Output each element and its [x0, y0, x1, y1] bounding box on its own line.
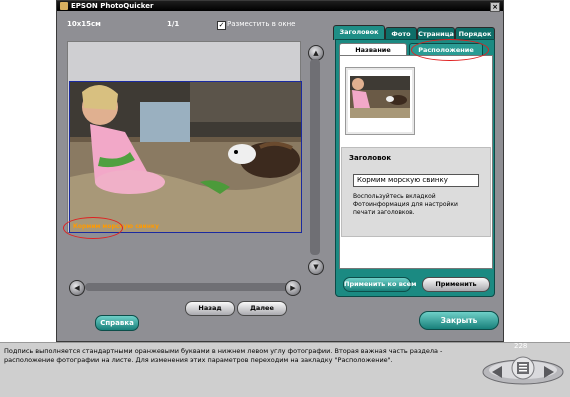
scroll-left-button[interactable]: ◀ [69, 280, 85, 296]
caption-hint: Воспользуйтесь вкладкой Фотоинформация д… [353, 193, 458, 216]
scroll-right-button[interactable]: ▶ [285, 280, 301, 296]
close-window-button[interactable]: Закрыть [419, 311, 499, 330]
next-button[interactable]: Далее [237, 301, 287, 316]
nav-control-graphic [482, 356, 564, 385]
page-number: 228 [514, 342, 528, 350]
apply-button[interactable]: Применить [422, 277, 490, 292]
status-description: Подпись выполняется стандартными оранжев… [4, 347, 443, 364]
app-icon [60, 2, 68, 10]
caption-heading: Заголовок [349, 154, 392, 162]
apply-all-button[interactable]: Применить ко всем [343, 277, 416, 292]
help-button[interactable]: Справка [95, 315, 139, 331]
annotation-ellipse-layout-tab [411, 39, 489, 61]
window-title: EPSON PhotoQuicker [71, 2, 154, 10]
horizontal-scrollbar[interactable] [85, 283, 293, 291]
fit-to-window-label: Разместить в окне [227, 20, 296, 28]
page-indicator: 1/1 [167, 20, 180, 28]
vertical-scrollbar[interactable] [310, 59, 320, 255]
paper-size-label: 10x15см [67, 20, 101, 28]
close-button[interactable]: × [490, 2, 500, 12]
annotation-ellipse-caption [63, 217, 123, 239]
scroll-down-button[interactable]: ▼ [308, 259, 324, 275]
page-nav-control[interactable] [480, 352, 566, 388]
title-bar[interactable]: EPSON PhotoQuicker × [57, 1, 503, 12]
app-window: EPSON PhotoQuicker × 10x15см 1/1 ✓ Разме… [56, 0, 504, 342]
thumbnail-image [348, 70, 412, 132]
fit-to-window-checkbox[interactable]: ✓ [217, 21, 226, 30]
photo-thumbnail [345, 67, 415, 135]
caption-input[interactable]: Кормим морскую свинку [353, 174, 479, 187]
photo-image [70, 82, 301, 232]
back-button[interactable]: Назад [185, 301, 235, 316]
tab-caption[interactable]: Заголовок [333, 25, 385, 40]
photo-preview[interactable] [69, 81, 302, 233]
